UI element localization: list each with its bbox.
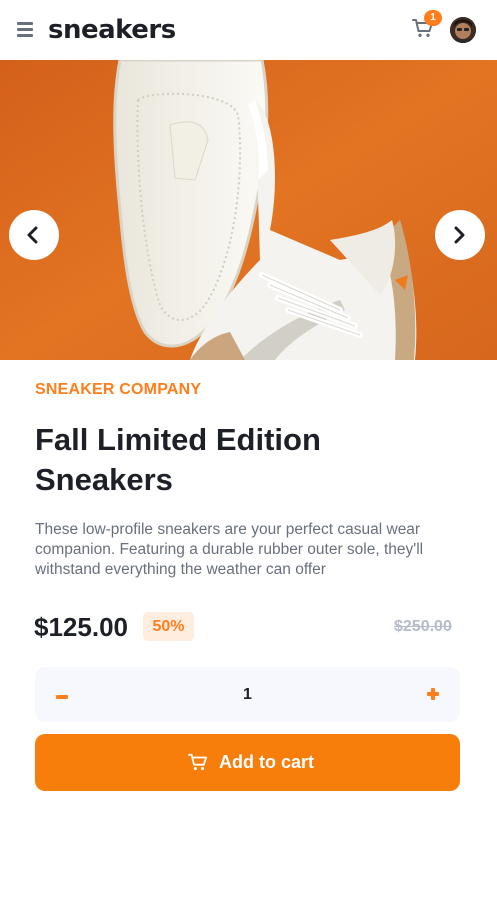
current-price: $125.00 — [34, 612, 128, 642]
next-image-button[interactable] — [435, 210, 485, 260]
product-description: These low-profile sneakers are your perf… — [35, 521, 424, 578]
product-image-carousel — [0, 60, 497, 360]
increase-quantity-button[interactable] — [425, 685, 441, 703]
add-to-cart-button[interactable]: Add to cart — [35, 734, 460, 791]
chevron-right-icon — [454, 226, 465, 244]
quantity-value: 1 — [243, 686, 252, 703]
cart-count-badge: 1 — [424, 10, 442, 26]
cart-icon — [188, 753, 207, 771]
quantity-stepper: 1 — [35, 667, 460, 722]
product-image — [0, 60, 497, 360]
avatar[interactable] — [450, 17, 476, 43]
decrease-quantity-button[interactable] — [55, 685, 71, 705]
original-price: $250.00 — [394, 618, 452, 635]
company-name: SNEAKER COMPANY — [35, 381, 202, 398]
logo[interactable]: sneakers — [48, 12, 176, 48]
product-title: Fall Limited Edition Sneakers — [35, 422, 321, 497]
add-to-cart-label: Add to cart — [219, 752, 315, 772]
chevron-left-icon — [27, 226, 38, 244]
header: sneakers 1 — [0, 0, 497, 60]
menu-icon[interactable] — [17, 22, 33, 37]
discount-badge: 50% — [143, 612, 194, 641]
previous-image-button[interactable] — [9, 210, 59, 260]
